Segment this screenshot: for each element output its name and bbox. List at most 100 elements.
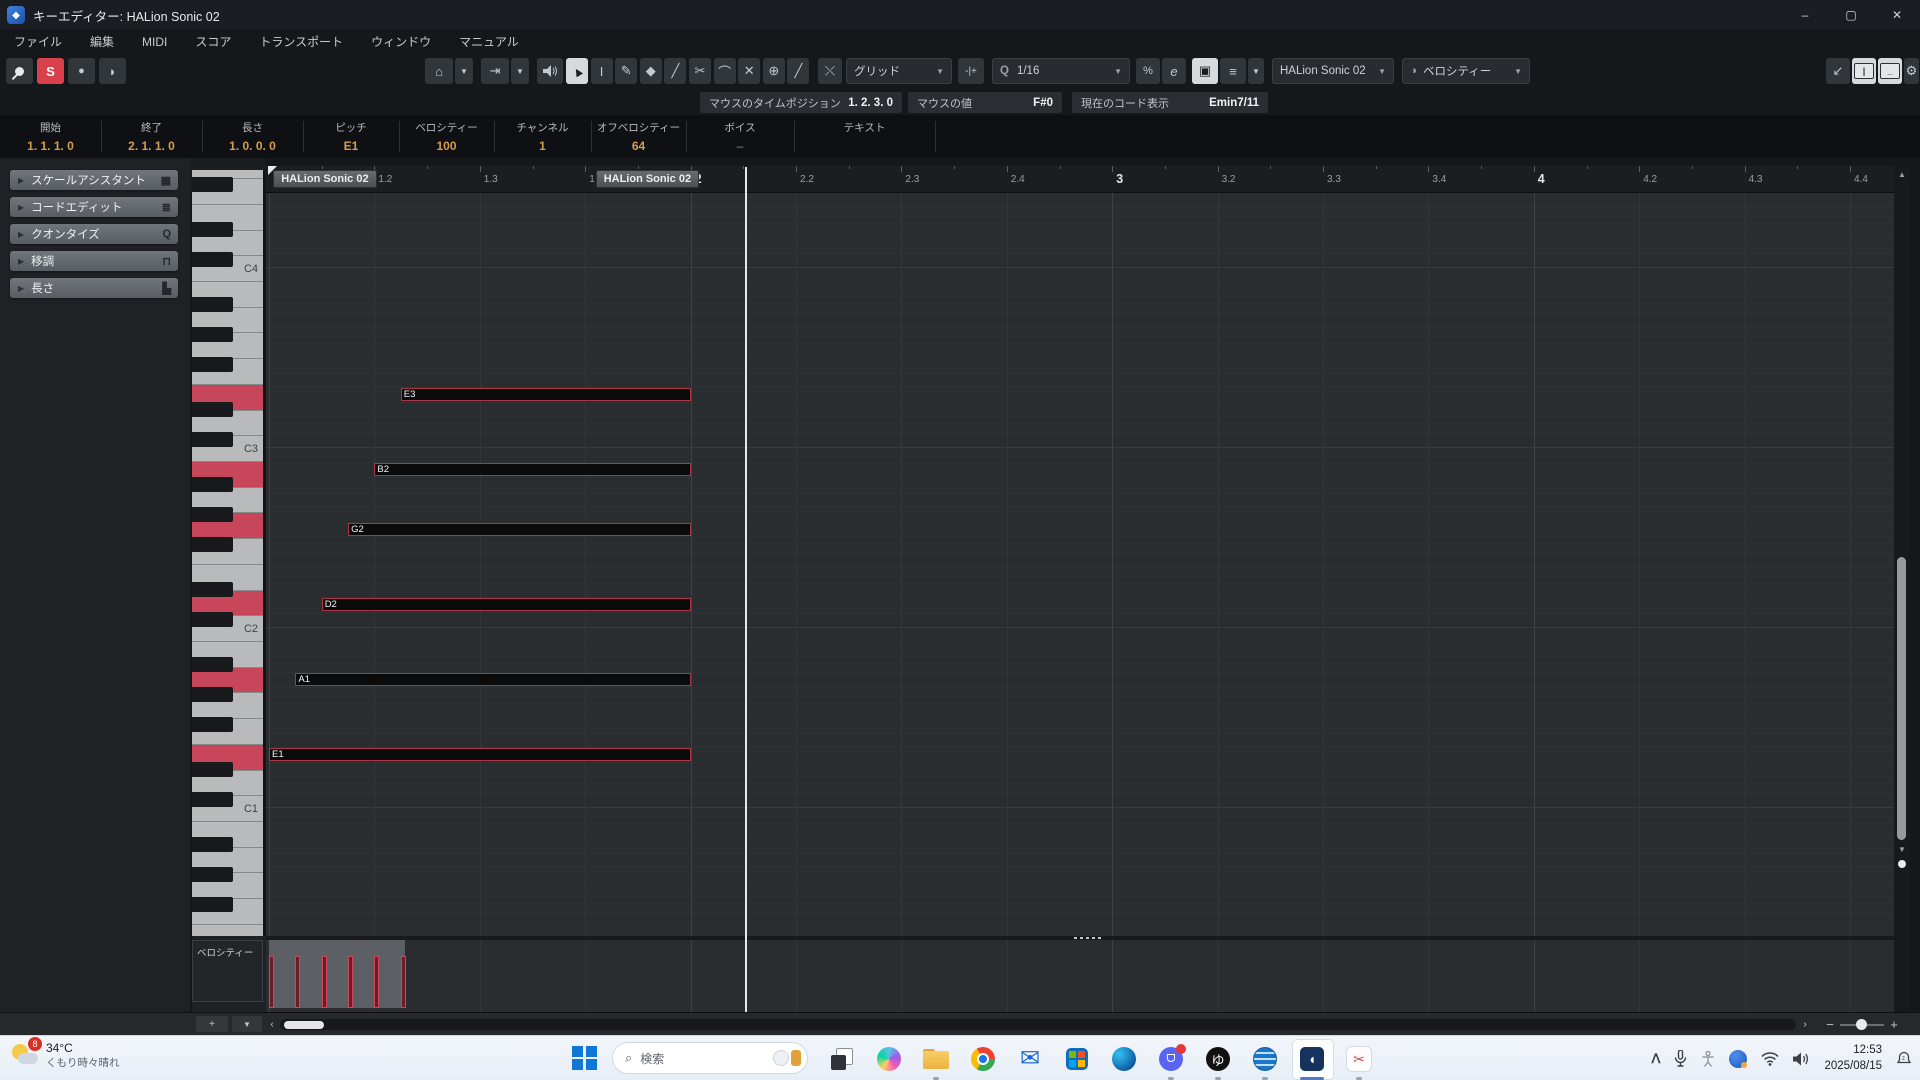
piano-key-F#4[interactable] [192,177,233,192]
scroll-up-button[interactable]: ▲ [1894,170,1910,179]
active-part-select[interactable]: HALion Sonic 02▼ [1272,58,1394,84]
lane-divider-handle[interactable] [1080,937,1083,939]
sidebar-section-quantize[interactable]: ▶クオンタイズQ [10,224,178,244]
sidebar-section-scale-assistant[interactable]: ▶スケールアシスタント▦ [10,170,178,190]
info-value[interactable]: – [686,139,794,153]
piano-key-F#0[interactable] [192,897,233,912]
piano-key-D#4[interactable] [192,222,233,237]
lane-divider-handle[interactable] [1086,937,1089,939]
time-ruler[interactable]: 1.21.3122.22.32.433.23.33.444.24.34.4HAL… [266,166,1894,193]
velocity-bar[interactable] [348,956,353,1008]
line-tool-button[interactable]: ╱ [787,58,809,84]
store-taskbar-icon[interactable] [1061,1043,1093,1075]
edit-active-part-button[interactable]: ≡ [1220,58,1246,84]
blue-sphere-tray-icon[interactable] [1729,1050,1747,1068]
piano-key-G#2[interactable] [192,507,233,522]
draw-tool-button[interactable]: ✎ [615,58,637,84]
piano-key-F#1[interactable] [192,717,233,732]
discord-taskbar-icon[interactable]: ᗜ [1155,1043,1187,1075]
piano-key-A#1[interactable] [192,657,233,672]
edge-taskbar-icon[interactable] [1108,1043,1140,1075]
task-view-taskbar-icon[interactable] [826,1043,858,1075]
record-in-editor-button[interactable]: ● [68,58,95,84]
midi-note-D2[interactable]: D2 [322,598,691,611]
setup-toolbar-button[interactable]: ⚙ [1904,58,1919,84]
midi-note-A1[interactable]: A1 [295,673,690,686]
object-selection-tool-button[interactable]: ▲ [566,58,588,84]
piano-key-E0[interactable] [192,925,263,936]
trim-tool-button[interactable]: I [591,58,613,84]
menu-item-2[interactable]: MIDI [128,30,181,53]
scroll-down-button[interactable]: ▼ [1894,845,1910,854]
zoom-slider-handle[interactable] [1856,1019,1867,1030]
piano-key-G#3[interactable] [192,327,233,342]
piano-key-C#2[interactable] [192,612,233,627]
piano-key-D#2[interactable] [192,582,233,597]
minimize-button[interactable]: – [1782,0,1828,30]
notification-bell-icon[interactable]: z [1896,1051,1912,1067]
quantize-panel-button[interactable]: e [1162,58,1186,84]
maximize-button[interactable]: ▢ [1828,0,1874,30]
copilot-taskbar-icon[interactable] [873,1043,905,1075]
piano-key-G#1[interactable] [192,687,233,702]
velocity-bar[interactable] [401,956,406,1008]
comp-tool-button[interactable]: ╱ [664,58,686,84]
event-colors-select[interactable]: ◑ ベロシティー▼ [1402,58,1530,84]
lane-type-dropdown[interactable]: ▼ [232,1016,262,1032]
part-list-dropdown[interactable]: ▼ [1248,58,1264,84]
piano-key-D#3[interactable] [192,402,233,417]
velocity-bar[interactable] [295,956,300,1008]
menu-item-1[interactable]: 編集 [76,30,128,53]
midi-note-E3[interactable]: E3 [401,388,691,401]
horizontal-scrollbar[interactable] [280,1019,1796,1030]
split-tool-button[interactable]: ✂ [689,58,711,84]
mail-taskbar-icon[interactable]: ✉ [1014,1043,1046,1075]
info-value[interactable]: 1 [494,139,591,153]
solo-button[interactable]: S [37,58,64,84]
lane-divider-handle[interactable] [1092,937,1095,939]
vertical-scroll-thumb[interactable] [1897,557,1906,840]
add-lane-button[interactable]: + [196,1016,228,1032]
midi-note-E1[interactable]: E1 [269,748,691,761]
zoom-tool-button[interactable]: ⊕ [763,58,785,84]
info-value[interactable]: 100 [399,139,494,153]
start-button[interactable] [572,1045,598,1071]
scroll-left-button[interactable]: ‹ [266,1016,278,1032]
volume-icon[interactable] [1793,1052,1810,1066]
piano-key-G#0[interactable] [192,867,233,882]
info-value[interactable]: 1. 0. 0. 0 [202,139,303,153]
menu-item-5[interactable]: ウィンドウ [357,30,445,53]
info-value[interactable]: 64 [591,139,686,153]
link-zone-dropdown[interactable]: ▼ [455,58,473,84]
piano-key-C#4[interactable] [192,252,233,267]
search-box[interactable]: ⌕ 検索 [612,1042,808,1074]
lane-divider-handle[interactable] [1098,937,1101,939]
hidden-icons-chevron[interactable]: ᐱ [1652,1051,1661,1067]
piano-key-D#1[interactable] [192,762,233,777]
part-label-1[interactable]: HALion Sonic 02 [596,170,699,188]
quantize-preset-select[interactable]: Q 1/16▼ [992,58,1130,84]
zoom-in-button[interactable]: + [1886,1016,1902,1032]
show-lower-zone-button[interactable]: _ [1878,58,1902,84]
sidebar-section-transpose[interactable]: ▶移調⊓ [10,251,178,271]
link-zone-button[interactable]: ⌂ [425,58,453,84]
part-label-0[interactable]: HALion Sonic 02 [273,170,376,188]
autoscroll-button[interactable]: ⇥ [481,58,509,84]
piano-key-A#3[interactable] [192,297,233,312]
midi-note-B2[interactable]: B2 [374,463,690,476]
snipping-taskbar-icon[interactable]: ✂ [1343,1043,1375,1075]
clock[interactable]: 12:53 2025/08/15 [1824,1043,1882,1074]
microphone-icon[interactable] [1674,1050,1687,1067]
menu-item-0[interactable]: ファイル [0,30,76,53]
info-value[interactable]: 2. 1. 1. 0 [101,139,202,153]
wifi-icon[interactable] [1761,1052,1779,1066]
acoustic-feedback-button[interactable]: ◗ [99,58,126,84]
chrome-taskbar-icon[interactable] [967,1043,999,1075]
snap-type-select[interactable]: グリッド▼ [846,58,952,84]
glue-tool-button[interactable]: ⌒ [714,58,736,84]
piano-key-A#0[interactable] [192,837,233,852]
show-left-zone-button[interactable]: | [1852,58,1876,84]
midi-note-G2[interactable]: G2 [348,523,691,536]
explorer-taskbar-icon[interactable] [920,1043,952,1075]
weather-widget[interactable]: 8 34°C くもり時々晴れ [10,1040,120,1070]
